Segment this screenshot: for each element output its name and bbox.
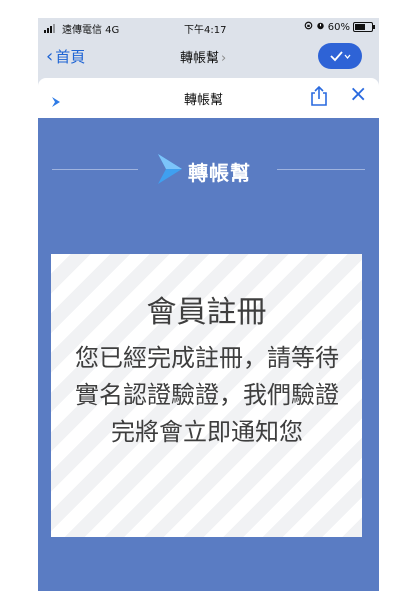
- signal-strength-icon: [44, 24, 55, 33]
- checkmark-dropdown-icon: [330, 51, 351, 62]
- app-logo-icon: [52, 92, 60, 111]
- sheet-title: 轉帳幫: [184, 93, 224, 108]
- close-icon[interactable]: ×: [349, 84, 367, 106]
- action-menu-button[interactable]: [318, 43, 362, 69]
- registration-card: 會員註冊 您已經完成註冊，請等待實名認證驗證，我們驗證完將會立即通知您: [51, 254, 362, 537]
- carrier-label: 遠傳電信 4G: [62, 25, 120, 36]
- rotation-lock-icon: [304, 21, 313, 33]
- card-title: 會員註冊: [146, 295, 267, 330]
- webview-content: 轉帳幫 會員註冊 您已經完成註冊，請等待實名認證驗證，我們驗證完將會立即通知您: [38, 118, 379, 591]
- status-bar: 遠傳電信 4G 下午4:17 60%: [38, 18, 379, 36]
- nav-title-chevron-icon: ›: [221, 51, 227, 66]
- status-time: 下午4:17: [184, 25, 227, 36]
- brand-divider-right: [277, 169, 365, 170]
- alarm-icon: [316, 21, 325, 33]
- share-icon[interactable]: [310, 85, 328, 111]
- brand-name: 轉帳幫: [188, 161, 251, 185]
- brand-header: 轉帳幫: [38, 154, 379, 185]
- battery-percent: 60%: [327, 21, 350, 33]
- nav-title-text: 轉帳幫: [180, 51, 220, 66]
- battery-icon: [353, 22, 375, 32]
- brand-logo-icon: [156, 154, 184, 188]
- back-button[interactable]: ‹ 首頁: [46, 46, 85, 67]
- nav-title[interactable]: 轉帳幫 ›: [180, 47, 226, 66]
- navigation-bar: ‹ 首頁 轉帳幫 ›: [38, 36, 379, 80]
- phone-screen: 遠傳電信 4G 下午4:17 60% ‹ 首頁 轉帳幫 › 轉帳幫 × 轉帳幫 …: [38, 18, 379, 591]
- brand-divider-left: [52, 169, 138, 170]
- status-right-group: 60%: [304, 21, 375, 33]
- card-message: 您已經完成註冊，請等待實名認證驗證，我們驗證完將會立即通知您: [75, 344, 339, 446]
- back-label: 首頁: [55, 48, 86, 66]
- sheet-header: 轉帳幫 ×: [38, 78, 379, 118]
- webview-sheet: 轉帳幫 × 轉帳幫 會員註冊 您已經完成註冊，請等待實名認證驗證，我們驗證完將會…: [38, 78, 379, 591]
- back-chevron-icon: ‹: [46, 45, 54, 67]
